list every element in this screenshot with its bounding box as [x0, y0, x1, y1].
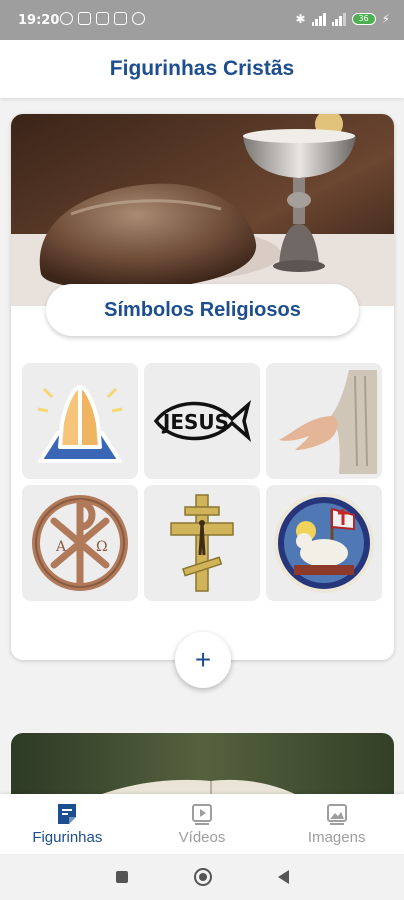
signal-icon-2 — [331, 12, 346, 26]
system-status-icons: ✱ 36 ⚡ — [296, 12, 391, 26]
charging-icon: ⚡ — [381, 12, 390, 26]
nav-label-figurinhas: Figurinhas — [32, 828, 103, 846]
omega-letter: Ω — [96, 539, 108, 555]
calendar-icon — [114, 12, 127, 25]
video-icon — [192, 803, 212, 825]
category-title[interactable]: Símbolos Religiosos — [46, 284, 359, 336]
nav-item-videos[interactable]: Vídeos — [135, 794, 270, 854]
image-icon — [326, 803, 347, 825]
category-hero-image — [11, 114, 394, 306]
battery-icon: 36 — [351, 13, 376, 25]
orthodox-cross-icon — [170, 494, 234, 592]
app-bar: Figurinhas Cristãs — [0, 40, 404, 98]
sticker-icon — [58, 803, 77, 824]
bottom-navigation: Figurinhas Vídeos Imagens — [0, 794, 404, 854]
praying-hands-icon — [37, 385, 123, 463]
instagram-icon — [96, 12, 109, 25]
nav-item-figurinhas[interactable]: Figurinhas — [0, 794, 135, 854]
hand-icon — [279, 370, 377, 474]
status-bar: 19:20 ✱ 36 ⚡ — [0, 0, 404, 40]
jesus-fish-icon: JESUS — [153, 400, 252, 442]
notification-icons — [60, 12, 145, 25]
lamb-of-god-icon — [274, 493, 374, 593]
sticker-chi-rho[interactable]: A Ω — [22, 485, 138, 601]
sticker-praying-hands[interactable] — [22, 363, 138, 479]
image-notification-icon — [78, 12, 91, 25]
jesus-fish-text: JESUS — [161, 410, 229, 434]
add-stickers-button[interactable]: + — [175, 632, 231, 688]
system-navigation-bar — [0, 854, 404, 900]
alarm-icon — [60, 12, 73, 25]
chi-rho-icon: A Ω — [32, 495, 128, 591]
page-title: Figurinhas Cristãs — [109, 57, 295, 80]
nav-label-imagens: Imagens — [307, 828, 366, 846]
alpha-letter: A — [55, 539, 67, 555]
back-button[interactable] — [277, 870, 289, 884]
signal-icon — [311, 12, 326, 26]
sticker-jesus-fish[interactable]: JESUS — [144, 363, 260, 479]
sticker-grid: JESUS A Ω — [22, 363, 383, 601]
sticker-hand-of-jesus[interactable] — [266, 363, 382, 479]
nav-item-imagens[interactable]: Imagens — [269, 794, 404, 854]
sticker-lamb-of-god[interactable] — [266, 485, 382, 601]
plus-icon: + — [194, 644, 212, 675]
sticker-orthodox-cross[interactable] — [144, 485, 260, 601]
home-button[interactable] — [193, 868, 212, 886]
nav-label-videos: Vídeos — [178, 828, 226, 846]
bluetooth-icon: ✱ — [295, 12, 306, 26]
whatsapp-icon — [132, 12, 145, 25]
category-card[interactable]: Símbolos Religiosos JESUS A Ω + — [11, 114, 394, 688]
recents-button[interactable] — [115, 871, 128, 883]
status-time: 19:20 — [18, 13, 60, 28]
